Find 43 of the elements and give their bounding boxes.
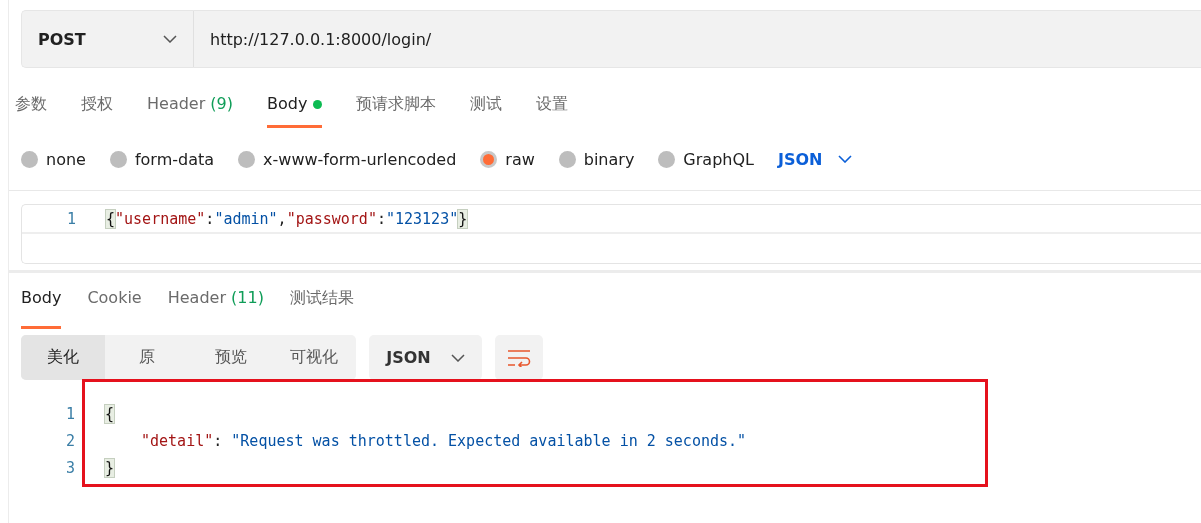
code-line: "detail": "Request was throttled. Expected available in 2 seconds."	[140, 431, 747, 450]
view-mode-tab[interactable]: 预览	[188, 335, 273, 380]
radio-option[interactable]: none	[21, 149, 86, 169]
radio-button[interactable]	[21, 150, 38, 168]
format-dropdown[interactable]: JSON	[777, 149, 853, 169]
method-dropdown[interactable]: POST	[21, 10, 194, 68]
radio-option[interactable]: raw	[480, 149, 535, 169]
tab[interactable]: Header (11)	[161, 285, 284, 329]
tab[interactable]: 参数	[9, 84, 65, 128]
radio-option[interactable]: form-data	[109, 149, 215, 169]
tab[interactable]: 授权	[75, 84, 131, 128]
line-number: 2	[64, 431, 75, 450]
wrap-lines-icon	[507, 348, 531, 367]
radio-option[interactable]: x-www-form-urlencoded	[238, 149, 457, 169]
radio-option[interactable]: binary	[558, 149, 635, 169]
chevron-down-icon	[838, 155, 853, 163]
request-body-editor[interactable]: 1 {"username":"admin","password":"123123"}	[21, 204, 1201, 264]
radio-button[interactable]	[480, 150, 498, 168]
format-dropdown[interactable]: JSON	[369, 335, 482, 380]
wrap-lines-button[interactable]	[495, 335, 543, 380]
tab[interactable]: Header (9)	[141, 84, 251, 128]
view-mode-tab[interactable]: 原	[105, 335, 189, 380]
tab[interactable]: Cookie	[81, 285, 162, 329]
line-number: 1	[64, 404, 75, 423]
view-mode-tab[interactable]: 可视化	[272, 335, 356, 380]
radio-button[interactable]	[658, 150, 676, 168]
code-line: {"username":"admin","password":"123123"}	[106, 209, 468, 228]
line-number: 3	[64, 458, 75, 477]
chevron-down-icon	[163, 35, 177, 43]
radio-option[interactable]: GraphQL	[658, 149, 754, 169]
tab[interactable]: 预请求脚本	[350, 84, 455, 128]
tab[interactable]: 测试结果	[283, 285, 374, 329]
radio-button[interactable]	[238, 150, 256, 168]
tab[interactable]: 设置	[530, 84, 587, 128]
line-number: 1	[65, 209, 77, 228]
radio-button[interactable]	[109, 150, 127, 168]
tab[interactable]: 测试	[464, 84, 521, 128]
tab[interactable]: Body	[15, 285, 82, 329]
view-mode-tab[interactable]: 美化	[21, 335, 105, 380]
chevron-down-icon	[450, 353, 465, 362]
url-field[interactable]: http://127.0.0.1:8000/login/	[194, 10, 1201, 68]
tab[interactable]: Body	[261, 84, 341, 128]
radio-button[interactable]	[558, 150, 576, 168]
